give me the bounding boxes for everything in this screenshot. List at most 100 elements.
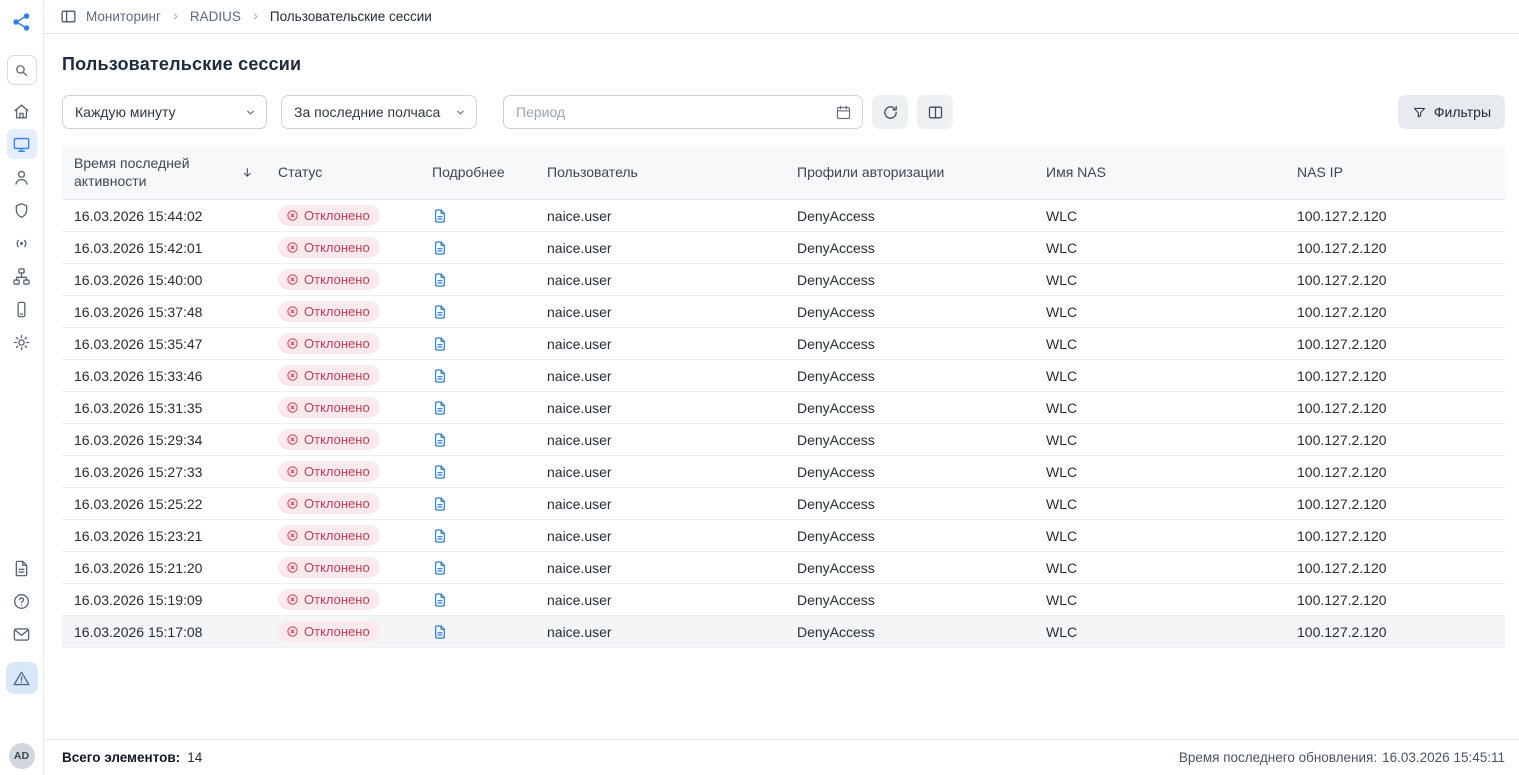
cell-nas-name: WLC <box>1034 200 1285 232</box>
sidebar-item-alerts[interactable] <box>6 662 38 694</box>
details-button[interactable] <box>432 272 448 288</box>
cell-auth-profile: DenyAccess <box>785 232 1034 264</box>
table-row[interactable]: 16.03.2026 15:27:33 Отклонено <box>62 456 1505 488</box>
file-text-icon <box>432 240 448 256</box>
sidebar-item-devices[interactable] <box>7 294 37 324</box>
details-button[interactable] <box>432 368 448 384</box>
details-button[interactable] <box>432 560 448 576</box>
cell-nas-name: WLC <box>1034 232 1285 264</box>
monitor-icon <box>12 135 31 154</box>
status-badge: Отклонено <box>278 365 380 386</box>
status-badge: Отклонено <box>278 461 380 482</box>
calendar-icon <box>835 104 852 121</box>
cell-user: naice.user <box>535 328 785 360</box>
sidebar-item-monitoring[interactable] <box>7 129 37 159</box>
sidebar-item-settings[interactable] <box>7 327 37 357</box>
breadcrumb-monitoring[interactable]: Мониторинг <box>86 9 161 24</box>
filters-button[interactable]: Фильтры <box>1398 95 1505 129</box>
details-button[interactable] <box>432 208 448 224</box>
details-button[interactable] <box>432 624 448 640</box>
file-text-icon <box>432 560 448 576</box>
col-header-status[interactable]: Статус <box>266 145 420 200</box>
table-row[interactable]: 16.03.2026 15:29:34 Отклонено <box>62 424 1505 456</box>
details-button[interactable] <box>432 592 448 608</box>
breadcrumb-current: Пользовательские сессии <box>270 9 432 24</box>
last-updated-label: Время последнего обновления: <box>1179 750 1377 765</box>
sidebar-item-users[interactable] <box>7 162 37 192</box>
status-badge-label: Отклонено <box>304 208 370 223</box>
cell-user: naice.user <box>535 264 785 296</box>
search-icon <box>13 62 30 79</box>
details-button[interactable] <box>432 464 448 480</box>
table-row[interactable]: 16.03.2026 15:31:35 Отклонено <box>62 392 1505 424</box>
app-logo[interactable] <box>7 9 37 35</box>
cell-details <box>420 392 535 424</box>
cell-last-activity: 16.03.2026 15:17:08 <box>62 616 266 648</box>
cell-details <box>420 456 535 488</box>
cell-status: Отклонено <box>266 616 420 648</box>
status-badge-label: Отклонено <box>304 304 370 319</box>
details-button[interactable] <box>432 528 448 544</box>
filters-label: Фильтры <box>1434 104 1491 120</box>
cell-user: naice.user <box>535 296 785 328</box>
sidebar-item-home[interactable] <box>7 96 37 126</box>
user-icon <box>12 168 31 187</box>
sort-desc-icon[interactable] <box>241 165 254 180</box>
col-header-nas-ip[interactable]: NAS IP <box>1285 145 1505 200</box>
time-range-select[interactable]: За последние полчаса <box>281 95 477 129</box>
table-header-row: Время последней активности Статус Подроб… <box>62 145 1505 200</box>
search-button[interactable] <box>7 55 37 85</box>
table-row[interactable]: 16.03.2026 15:33:46 Отклонено <box>62 360 1505 392</box>
x-circle-icon <box>286 433 299 446</box>
table-row[interactable]: 16.03.2026 15:19:09 Отклонено <box>62 584 1505 616</box>
details-button[interactable] <box>432 336 448 352</box>
sidebar-bottom-nav: AD <box>6 553 38 769</box>
table-row[interactable]: 16.03.2026 15:37:48 Отклонено <box>62 296 1505 328</box>
table-row[interactable]: 16.03.2026 15:40:00 Отклонено <box>62 264 1505 296</box>
status-badge: Отклонено <box>278 269 380 290</box>
col-header-last-activity-label: Время последней активности <box>74 154 235 190</box>
cell-status: Отклонено <box>266 392 420 424</box>
sidebar-item-wireless[interactable] <box>7 228 37 258</box>
table-row[interactable]: 16.03.2026 15:23:21 Отклонено <box>62 520 1505 552</box>
columns-button[interactable] <box>917 95 953 129</box>
refresh-interval-select[interactable]: Каждую минуту <box>62 95 267 129</box>
sidebar-item-help[interactable] <box>7 586 37 616</box>
details-button[interactable] <box>432 304 448 320</box>
sidebar-item-topology[interactable] <box>7 261 37 291</box>
col-header-auth-profiles[interactable]: Профили авторизации <box>785 145 1034 200</box>
refresh-button[interactable] <box>872 95 908 129</box>
sidebar-toggle-button[interactable] <box>60 8 77 25</box>
col-header-user[interactable]: Пользователь <box>535 145 785 200</box>
details-button[interactable] <box>432 400 448 416</box>
toolbar: Каждую минуту За последние полчаса <box>62 95 1505 129</box>
breadcrumb-radius[interactable]: RADIUS <box>190 9 241 24</box>
table-row[interactable]: 16.03.2026 15:25:22 Отклонено <box>62 488 1505 520</box>
x-circle-icon <box>286 337 299 350</box>
table-row[interactable]: 16.03.2026 15:42:01 Отклонено <box>62 232 1505 264</box>
x-circle-icon <box>286 497 299 510</box>
details-button[interactable] <box>432 240 448 256</box>
details-button[interactable] <box>432 432 448 448</box>
main-area: Мониторинг RADIUS Пользовательские сесси… <box>44 0 1519 775</box>
period-input[interactable] <box>504 104 835 120</box>
cell-user: naice.user <box>535 616 785 648</box>
col-header-last-activity[interactable]: Время последней активности <box>62 145 266 200</box>
details-button[interactable] <box>432 496 448 512</box>
x-circle-icon <box>286 593 299 606</box>
table-row[interactable]: 16.03.2026 15:35:47 Отклонено <box>62 328 1505 360</box>
cell-details <box>420 328 535 360</box>
col-header-nas-name[interactable]: Имя NAS <box>1034 145 1285 200</box>
sidebar-item-security[interactable] <box>7 195 37 225</box>
table-row[interactable]: 16.03.2026 15:21:20 Отклонено <box>62 552 1505 584</box>
sidebar-item-messages[interactable] <box>7 619 37 649</box>
file-text-icon <box>432 208 448 224</box>
table-row[interactable]: 16.03.2026 15:44:02 Отклонено <box>62 200 1505 232</box>
avatar[interactable]: AD <box>9 743 35 769</box>
calendar-button[interactable] <box>835 104 862 121</box>
cell-nas-name: WLC <box>1034 584 1285 616</box>
table-row[interactable]: 16.03.2026 15:17:08 Отклонено <box>62 616 1505 648</box>
col-header-details[interactable]: Подробнее <box>420 145 535 200</box>
sidebar-item-docs[interactable] <box>7 553 37 583</box>
cell-user: naice.user <box>535 456 785 488</box>
